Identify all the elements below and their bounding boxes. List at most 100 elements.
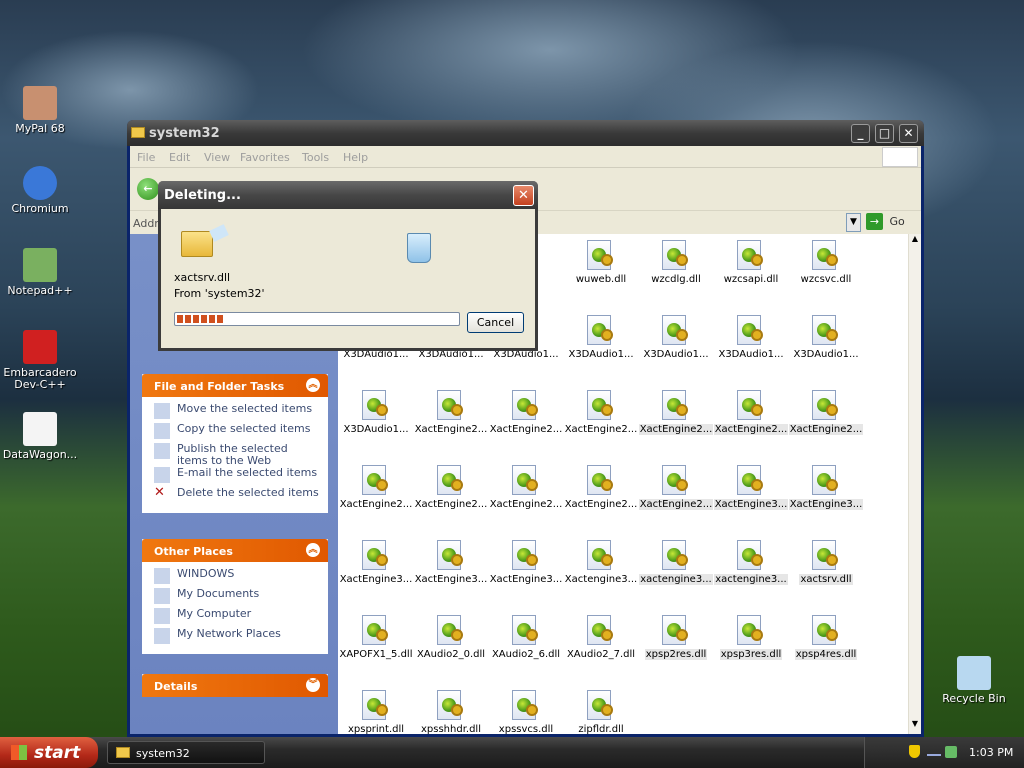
file-item[interactable]: XAudio2_7.dll [563,615,639,660]
dialog-close-button[interactable]: ✕ [513,185,534,206]
menu-favorites[interactable]: Favorites [240,151,290,164]
menu-tools[interactable]: Tools [302,151,329,164]
task-item[interactable]: WINDOWS [154,568,320,588]
file-folder-tasks-header[interactable]: File and Folder Tasks ︽ [142,374,328,397]
start-button[interactable]: start [0,737,98,768]
network-icon[interactable] [927,747,941,756]
task-item[interactable]: E-mail the selected items [154,467,320,487]
file-item[interactable]: XactEngine2... [638,390,714,435]
file-item[interactable]: XactEngine2... [488,465,564,510]
file-item[interactable]: X3DAudio1... [713,315,789,360]
desktop-icon[interactable]: DataWagon... [0,412,80,461]
file-item[interactable]: wzcdlg.dll [638,240,714,285]
file-item[interactable]: XactEngine2... [338,465,414,510]
file-name: xpsp4res.dll [794,649,858,660]
scroll-up-icon[interactable]: ▲ [909,234,921,248]
safely-remove-icon[interactable] [945,746,957,758]
file-item[interactable]: XactEngine2... [713,390,789,435]
menu-view[interactable]: View [204,151,230,164]
task-item[interactable]: Copy the selected items [154,423,320,443]
collapse-icon: ︽ [306,378,320,392]
dll-file-icon [437,540,465,570]
file-item[interactable]: wuweb.dll [563,240,639,285]
file-item[interactable]: xpsshhdr.dll [413,690,489,735]
file-item[interactable]: XactEngine3... [413,540,489,585]
dll-file-icon [662,540,690,570]
file-item[interactable]: XactEngine3... [338,540,414,585]
file-item[interactable]: xpsp2res.dll [638,615,714,660]
file-name: X3DAudio1... [643,349,709,360]
file-item[interactable]: X3DAudio1... [638,315,714,360]
task-item[interactable]: My Network Places [154,628,320,648]
file-name: zipfldr.dll [578,724,624,735]
dll-file-icon [662,390,690,420]
file-item[interactable]: XactEngine2... [488,390,564,435]
file-item[interactable]: XactEngine2... [563,465,639,510]
task-item[interactable]: Move the selected items [154,403,320,423]
menu-edit[interactable]: Edit [169,151,190,164]
window-title: system32 [149,126,220,141]
task-item[interactable]: Publish the selected items to the Web [154,443,320,467]
file-item[interactable]: xpsp4res.dll [788,615,864,660]
details-header[interactable]: Details ︾ [142,674,328,697]
file-item[interactable]: zipfldr.dll [563,690,639,735]
back-button[interactable]: ← [137,178,159,200]
menu-bar: File Edit View Favorites Tools Help [130,146,921,168]
scroll-down-icon[interactable]: ▼ [909,719,921,733]
minimize-button[interactable]: _ [851,124,870,143]
folder-icon [131,127,145,138]
desktop-icon[interactable]: Notepad++ [0,248,80,297]
task-label: Delete the selected items [177,486,319,499]
dll-file-icon [737,315,765,345]
file-item[interactable]: XactEngine2... [788,390,864,435]
dialog-titlebar[interactable]: Deleting... ✕ [158,181,538,209]
file-item[interactable]: XactEngine3... [488,540,564,585]
file-item[interactable]: XactEngine2... [413,390,489,435]
file-item[interactable]: xpsprint.dll [338,690,414,735]
file-item[interactable]: X3DAudio1... [788,315,864,360]
desktop-icon[interactable]: Recycle Bin [934,656,1014,705]
other-places-header[interactable]: Other Places ︽ [142,539,328,562]
file-item[interactable]: X3DAudio1... [338,390,414,435]
taskbar-window-button[interactable]: system32 [107,741,265,764]
file-item[interactable]: XactEngine2... [563,390,639,435]
security-shield-icon[interactable] [909,745,920,758]
dll-file-icon [587,240,615,270]
file-item[interactable]: Xactengine3... [563,540,639,585]
task-item[interactable]: My Documents [154,588,320,608]
file-item[interactable]: XAPOFX1_5.dll [338,615,414,660]
vertical-scrollbar[interactable]: ▲ ▼ [908,234,921,734]
file-item[interactable]: xactengine3... [713,540,789,585]
file-item[interactable]: XactEngine2... [638,465,714,510]
file-item[interactable]: xactengine3... [638,540,714,585]
file-item[interactable]: XAudio2_0.dll [413,615,489,660]
go-button[interactable]: → Go [866,213,912,232]
maximize-button[interactable]: □ [875,124,894,143]
dll-file-icon [437,465,465,495]
go-arrow-icon: → [866,213,883,230]
file-item[interactable]: wzcsvc.dll [788,240,864,285]
desktop-icon[interactable]: Embarcadero Dev-C++ [0,330,80,391]
file-item[interactable]: XAudio2_6.dll [488,615,564,660]
desktop-icon[interactable]: Chromium [0,166,80,215]
file-item[interactable]: XactEngine3... [713,465,789,510]
file-item[interactable]: XactEngine2... [413,465,489,510]
menu-help[interactable]: Help [343,151,368,164]
task-item[interactable]: My Computer [154,608,320,628]
file-item[interactable]: xpsp3res.dll [713,615,789,660]
file-item[interactable]: wzcsapi.dll [713,240,789,285]
window-titlebar[interactable]: system32 _ □ ✕ [127,120,924,146]
dll-file-icon [737,465,765,495]
task-item[interactable]: ✕ Delete the selected items [154,486,320,507]
file-item[interactable]: X3DAudio1... [563,315,639,360]
datawagon-icon [23,412,57,446]
file-item[interactable]: XactEngine3... [788,465,864,510]
desktop-icon-label: DataWagon... [2,448,78,461]
file-item[interactable]: xpssvcs.dll [488,690,564,735]
cancel-button[interactable]: Cancel [467,312,524,333]
address-dropdown[interactable]: ▼ [846,213,861,232]
menu-file[interactable]: File [137,151,155,164]
file-item[interactable]: xactsrv.dll [788,540,864,585]
close-button[interactable]: ✕ [899,124,918,143]
desktop-icon[interactable]: MyPal 68 [0,86,80,135]
